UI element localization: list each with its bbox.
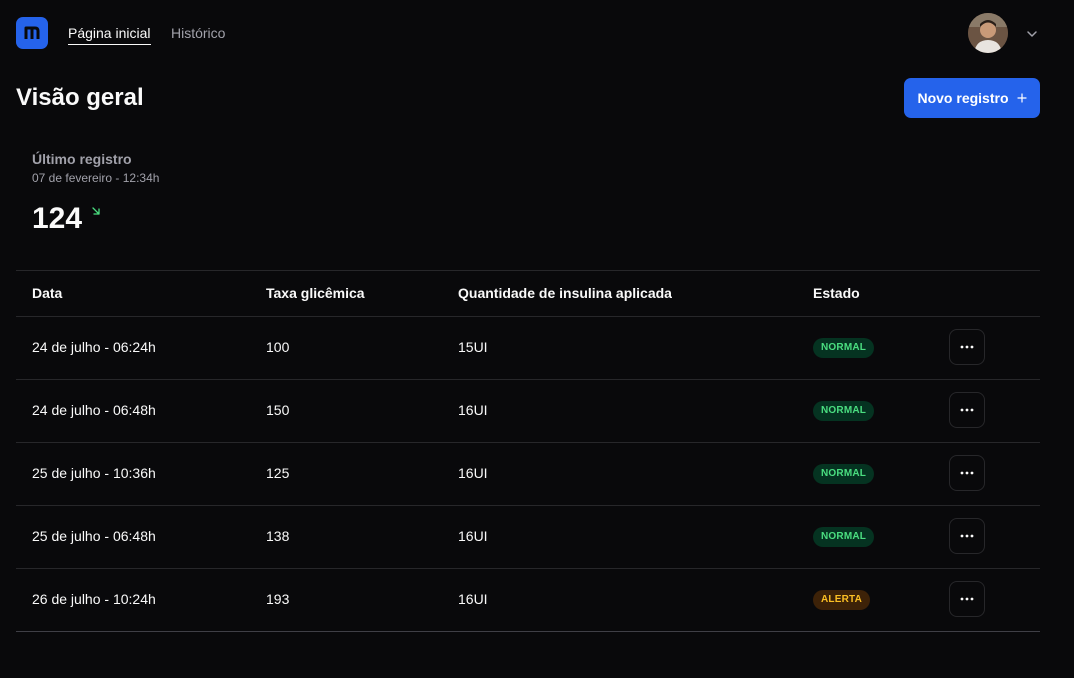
cell-insulin: 16UI (458, 528, 488, 544)
cell-insulin: 16UI (458, 591, 488, 607)
row-actions-button[interactable] (949, 392, 985, 428)
table-row: 24 de julho - 06:24h 100 15UI NORMAL (16, 317, 1040, 380)
cell-insulin: 16UI (458, 402, 488, 418)
last-record-date: 07 de fevereiro - 12:34h (32, 171, 160, 185)
logo-m-icon (24, 26, 40, 39)
more-horizontal-icon (960, 471, 974, 475)
plus-icon (1016, 93, 1027, 103)
table-row: 25 de julho - 06:48h 138 16UI NORMAL (16, 506, 1040, 569)
cell-insulin: 15UI (458, 339, 488, 355)
records-table: Data Taxa glicêmica Quantidade de insuli… (16, 270, 1040, 632)
cell-glucose: 138 (266, 528, 290, 544)
column-header-insulin: Quantidade de insulina aplicada (458, 285, 672, 301)
cell-date: 26 de julho - 10:24h (32, 591, 156, 607)
cell-glucose: 193 (266, 591, 290, 607)
app-logo[interactable] (16, 17, 48, 49)
cell-date: 25 de julho - 06:48h (32, 528, 156, 544)
status-badge: NORMAL (813, 527, 875, 547)
last-record-label: Último registro (32, 151, 132, 167)
row-actions-button[interactable] (949, 329, 985, 365)
more-horizontal-icon (960, 534, 974, 538)
more-horizontal-icon (960, 345, 974, 349)
cell-date: 25 de julho - 10:36h (32, 465, 156, 481)
table-row: 25 de julho - 10:36h 125 16UI NORMAL (16, 443, 1040, 506)
last-record-value: 124 (32, 202, 83, 235)
nav-link-history[interactable]: Histórico (171, 25, 225, 42)
status-badge: ALERTA (813, 590, 871, 610)
table-header: Data Taxa glicêmica Quantidade de insuli… (16, 271, 1040, 317)
user-avatar[interactable] (968, 13, 1008, 53)
top-navbar: Página inicial Histórico (0, 0, 1074, 66)
table-row: 24 de julho - 06:48h 150 16UI NORMAL (16, 380, 1040, 443)
avatar-photo (968, 13, 1008, 53)
cell-date: 24 de julho - 06:48h (32, 402, 156, 418)
status-badge: NORMAL (813, 401, 875, 421)
cell-date: 24 de julho - 06:24h (32, 339, 156, 355)
more-horizontal-icon (960, 597, 974, 601)
table-body: 24 de julho - 06:24h 100 15UI NORMAL 24 … (16, 317, 1040, 631)
new-record-button[interactable]: Novo registro (904, 78, 1040, 118)
row-actions-button[interactable] (949, 455, 985, 491)
cell-glucose: 100 (266, 339, 290, 355)
nav-link-home[interactable]: Página inicial (68, 25, 151, 45)
cell-glucose: 125 (266, 465, 290, 481)
row-actions-button[interactable] (949, 518, 985, 554)
chevron-down-icon[interactable] (1024, 26, 1040, 42)
status-badge: NORMAL (813, 464, 875, 484)
column-header-glucose: Taxa glicêmica (266, 285, 365, 301)
column-header-date: Data (32, 285, 63, 301)
arrow-down-right-icon (92, 207, 100, 215)
page-title: Visão geral (16, 84, 144, 111)
cell-glucose: 150 (266, 402, 290, 418)
table-row: 26 de julho - 10:24h 193 16UI ALERTA (16, 569, 1040, 631)
status-badge: NORMAL (813, 338, 875, 358)
cell-insulin: 16UI (458, 465, 488, 481)
column-header-status: Estado (813, 285, 860, 301)
more-horizontal-icon (960, 408, 974, 412)
new-record-button-label: Novo registro (917, 90, 1009, 106)
row-actions-button[interactable] (949, 581, 985, 617)
